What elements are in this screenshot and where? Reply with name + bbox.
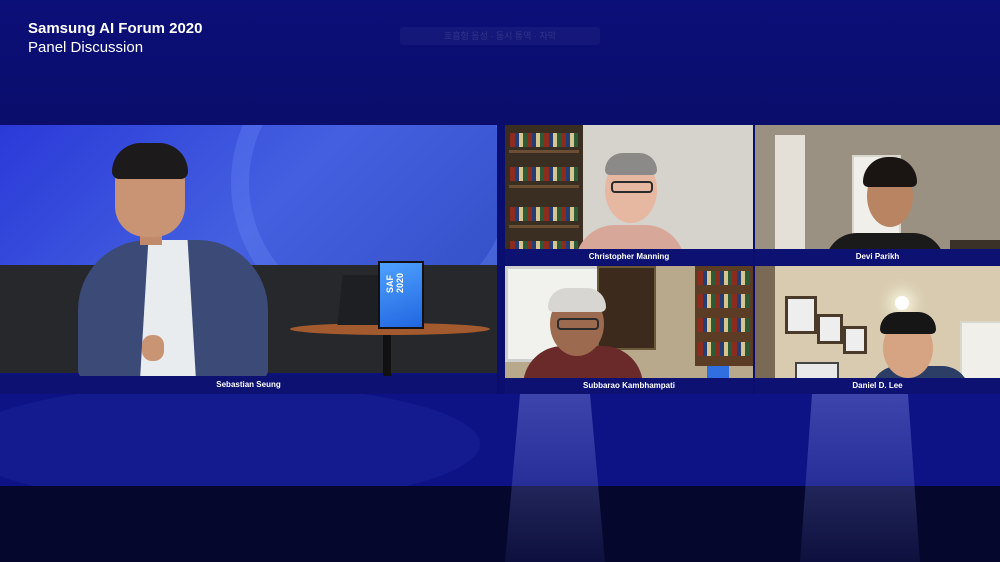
participant-name-label: Christopher Manning xyxy=(505,249,753,265)
table-sign-text: SAF 2020 xyxy=(385,272,405,293)
participant-name-label: Daniel D. Lee xyxy=(755,378,1000,394)
event-header: Samsung AI Forum 2020 Panel Discussion xyxy=(28,20,203,58)
participant-name-label: Devi Parikh xyxy=(755,249,1000,265)
top-background xyxy=(0,0,1000,125)
participant-video-tile[interactable]: Christopher Manning xyxy=(505,125,753,265)
bookcase xyxy=(695,266,753,366)
main-speaker-video[interactable]: SAF 2020 Sebastian Seung xyxy=(0,125,497,394)
participant-name-label: Subbarao Kambhampati xyxy=(505,378,753,394)
participant-video-tile[interactable]: Daniel D. Lee xyxy=(755,266,1000,394)
participant-name-label: Sebastian Seung xyxy=(0,376,497,394)
table-sign: SAF 2020 xyxy=(378,261,424,329)
event-title: Samsung AI Forum 2020 xyxy=(28,20,203,37)
bookshelf xyxy=(505,125,583,265)
participant-video-tile[interactable]: Subbarao Kambhampati xyxy=(505,266,753,394)
session-subtitle: Panel Discussion xyxy=(28,39,144,56)
decorative-wave xyxy=(0,394,480,486)
stage-backdrop xyxy=(0,125,497,331)
light-beam xyxy=(505,394,605,562)
participant-video-tile[interactable]: Devi Parikh xyxy=(755,125,1000,265)
picture-frame xyxy=(785,296,817,334)
picture-frame xyxy=(817,314,843,344)
ceiling-light xyxy=(895,296,909,310)
light-beam xyxy=(800,394,920,562)
picture-frame xyxy=(843,326,867,354)
caption-overlay: 호흡형 음성 · 동시 통역 · 자막 xyxy=(400,27,600,45)
